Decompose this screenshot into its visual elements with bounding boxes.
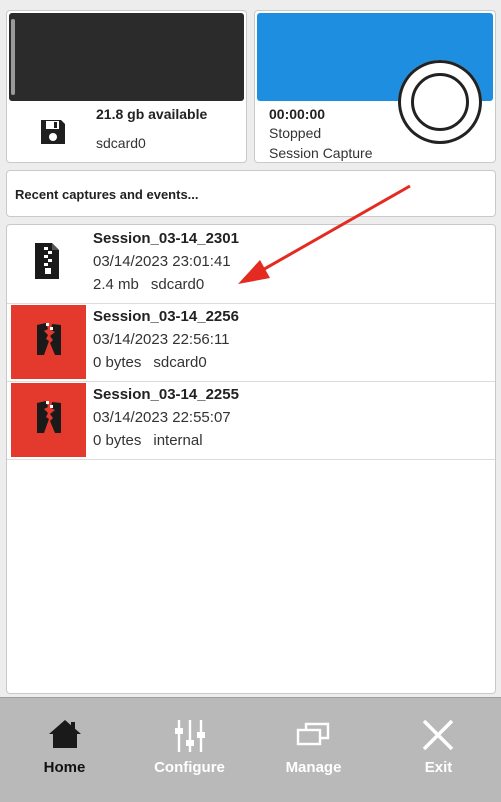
nav-manage[interactable]: Manage xyxy=(251,698,376,802)
session-location: sdcard0 xyxy=(153,354,207,371)
nav-configure-label: Configure xyxy=(154,759,225,776)
nav-exit-label: Exit xyxy=(424,759,453,776)
capture-mode: Session Capture xyxy=(269,145,373,161)
sliders-icon xyxy=(175,720,205,752)
floppy-disk-icon xyxy=(41,120,65,144)
session-location: internal xyxy=(153,432,203,449)
recent-title: Recent captures and events... xyxy=(15,187,199,202)
broken-zip-icon xyxy=(37,323,61,355)
manage-icon xyxy=(296,722,330,746)
nav-home[interactable]: Home xyxy=(2,698,127,802)
storage-card: 21.8 gb available sdcard0 xyxy=(6,10,247,163)
session-meta: 0 bytes sdcard0 xyxy=(93,354,207,371)
session-meta: 2.4 mb sdcard0 xyxy=(93,276,204,293)
capture-status: Stopped xyxy=(269,125,322,141)
session-datetime: 03/14/2023 22:55:07 xyxy=(93,409,231,426)
session-row[interactable]: Session_03-14_2256 03/14/2023 22:56:11 0… xyxy=(7,303,495,382)
nav-home-label: Home xyxy=(43,759,86,776)
broken-zip-icon xyxy=(37,401,61,433)
zip-file-icon xyxy=(35,243,59,279)
session-size: 0 bytes xyxy=(93,354,142,371)
storage-available-text: 21.8 gb available xyxy=(96,106,208,122)
record-circle-icon xyxy=(411,73,469,131)
bottom-nav: Home Configure Manage Exit xyxy=(0,697,501,802)
session-datetime: 03/14/2023 23:01:41 xyxy=(93,253,231,270)
session-name: Session_03-14_2256 xyxy=(93,308,239,325)
session-list: Session_03-14_2301 03/14/2023 23:01:41 2… xyxy=(6,224,496,694)
session-location: sdcard0 xyxy=(150,276,205,293)
nav-manage-label: Manage xyxy=(285,759,342,776)
recent-header: Recent captures and events... xyxy=(6,170,496,217)
session-row[interactable]: Session_03-14_2301 03/14/2023 23:01:41 2… xyxy=(7,225,495,304)
session-row[interactable]: Session_03-14_2255 03/14/2023 22:55:07 0… xyxy=(7,381,495,460)
session-size: 2.4 mb xyxy=(93,276,139,293)
close-icon xyxy=(422,719,454,751)
capture-elapsed-time: 00:00:00 xyxy=(269,106,326,122)
nav-exit[interactable]: Exit xyxy=(376,698,501,802)
session-thumbnail xyxy=(11,305,86,379)
storage-usage-bar xyxy=(9,13,244,101)
session-thumbnail xyxy=(11,383,86,457)
session-name: Session_03-14_2255 xyxy=(93,386,239,403)
session-size: 0 bytes xyxy=(93,432,142,449)
session-name: Session_03-14_2301 xyxy=(93,230,239,247)
session-thumbnail xyxy=(11,227,86,301)
nav-configure[interactable]: Configure xyxy=(127,698,252,802)
session-datetime: 03/14/2023 22:56:11 xyxy=(93,331,230,348)
record-button[interactable] xyxy=(398,60,482,144)
home-icon xyxy=(49,720,81,748)
storage-device-text: sdcard0 xyxy=(96,135,146,151)
session-meta: 0 bytes internal xyxy=(93,432,203,449)
